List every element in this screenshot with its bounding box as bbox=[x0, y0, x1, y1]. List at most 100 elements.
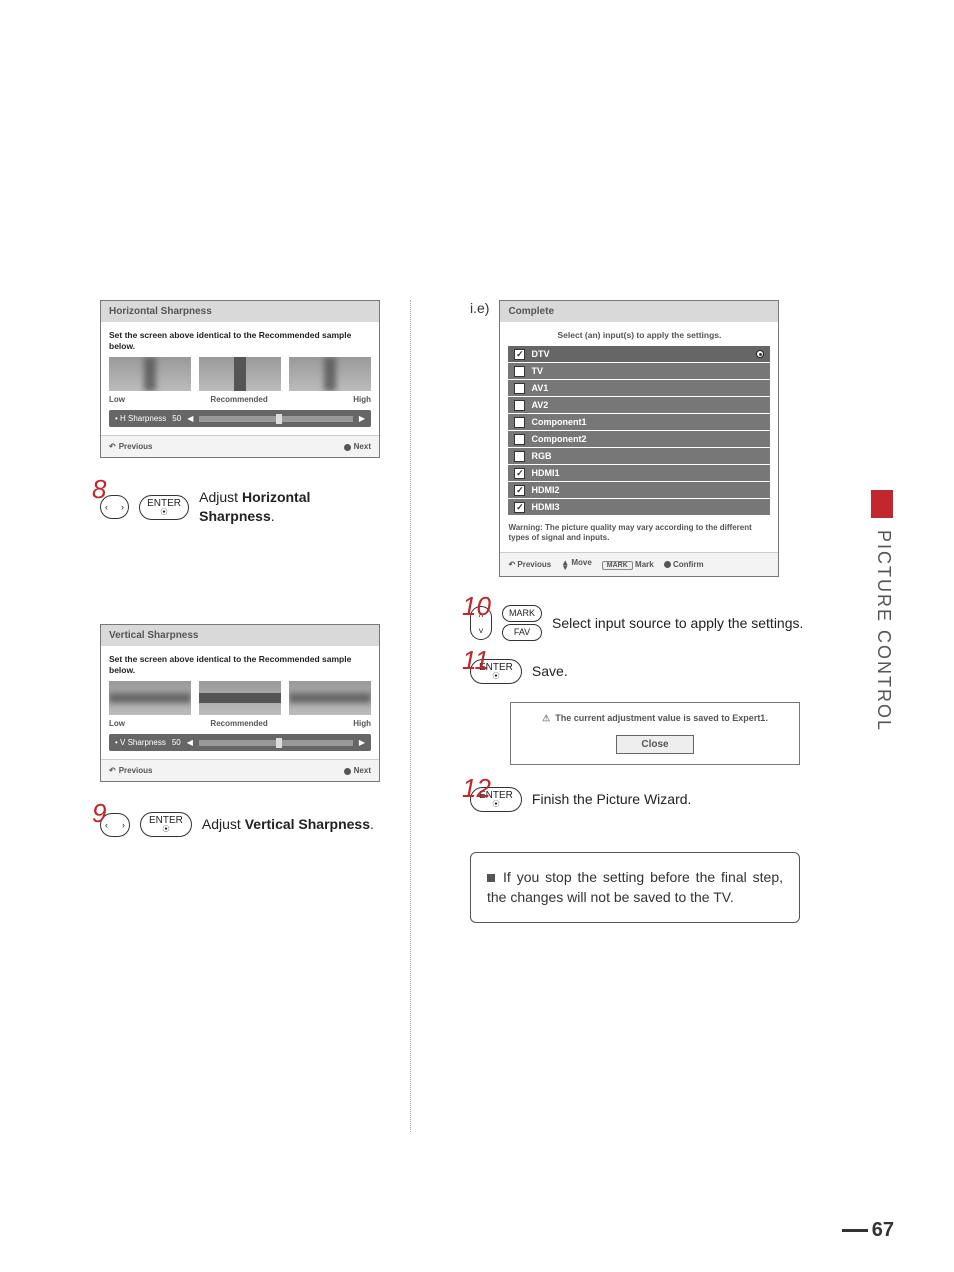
next-hint: Next bbox=[344, 442, 371, 451]
next-hint: Next bbox=[344, 766, 371, 775]
input-label: AV1 bbox=[531, 383, 548, 393]
step-text: Adjust Horizontal Sharpness. bbox=[199, 488, 380, 526]
checkbox-icon[interactable] bbox=[514, 400, 525, 411]
checkbox-icon[interactable] bbox=[514, 366, 525, 377]
input-row-component2[interactable]: Component2 bbox=[508, 431, 770, 447]
step-number: 8 bbox=[92, 474, 106, 505]
step-9: 9 ‹› ENTER⦿ Adjust Vertical Sharpness. bbox=[100, 812, 380, 837]
input-label: HDMI1 bbox=[531, 468, 559, 478]
mark-button[interactable]: MARK bbox=[502, 605, 542, 622]
label-low: Low bbox=[109, 395, 125, 404]
saved-dialog: The current adjustment value is saved to… bbox=[510, 702, 800, 765]
sample-recommended bbox=[199, 681, 281, 715]
close-button[interactable]: Close bbox=[616, 735, 693, 754]
note-box: If you stop the setting before the final… bbox=[470, 852, 800, 923]
slider-thumb[interactable] bbox=[276, 738, 282, 748]
sample-low bbox=[109, 681, 191, 715]
move-hint: ▲▼ Move bbox=[561, 558, 592, 571]
step-11: 11 ENTER⦿ Save. bbox=[470, 659, 860, 684]
step-number: 9 bbox=[92, 798, 106, 829]
previous-hint: ↶ Previous bbox=[508, 560, 551, 569]
step-10: 10 ˄˅ MARK FAV Select input source to ap… bbox=[470, 605, 860, 641]
checkbox-icon[interactable]: ✓ bbox=[514, 485, 525, 496]
input-row-dtv[interactable]: ✓ DTV bbox=[508, 346, 770, 362]
input-label: Component2 bbox=[531, 434, 586, 444]
input-row-hdmi3[interactable]: ✓HDMI3 bbox=[508, 499, 770, 515]
slider-thumb[interactable] bbox=[276, 414, 282, 424]
mark-hint: MARK Mark bbox=[602, 560, 654, 569]
checkbox-icon[interactable] bbox=[514, 451, 525, 462]
cursor-dot-icon bbox=[756, 350, 764, 358]
step-text: Adjust Vertical Sharpness. bbox=[202, 815, 374, 834]
input-label: RGB bbox=[531, 451, 551, 461]
label-high: High bbox=[353, 395, 371, 404]
enter-dot-icon bbox=[664, 561, 671, 568]
note-text: If you stop the setting before the final… bbox=[487, 869, 783, 905]
input-label: TV bbox=[531, 366, 543, 376]
step-8: 8 ‹› ENTER⦿ Adjust Horizontal Sharpness. bbox=[100, 488, 380, 526]
up-down-icon: ▲▼ bbox=[561, 560, 569, 571]
sample-high bbox=[289, 681, 371, 715]
back-icon: ↶ bbox=[109, 766, 116, 775]
input-label: DTV bbox=[531, 349, 549, 359]
step-text: Finish the Picture Wizard. bbox=[532, 790, 692, 809]
slider-name: • V Sharpness bbox=[115, 738, 166, 747]
warning-text: Warning: The picture quality may vary ac… bbox=[508, 523, 770, 544]
arrow-right-icon: ▶ bbox=[359, 738, 365, 747]
fav-button[interactable]: FAV bbox=[502, 624, 542, 641]
h-sharpness-slider[interactable]: • H Sharpness 50 ◀ ▶ bbox=[109, 410, 371, 427]
previous-hint: ↶Previous bbox=[109, 766, 153, 775]
checkbox-icon[interactable]: ✓ bbox=[514, 502, 525, 513]
input-label: HDMI2 bbox=[531, 485, 559, 495]
enter-button[interactable]: ENTER⦿ bbox=[140, 812, 192, 837]
label-low: Low bbox=[109, 719, 125, 728]
step-number: 11 bbox=[462, 645, 489, 676]
sample-high bbox=[289, 357, 371, 391]
panel-title: Horizontal Sharpness bbox=[101, 301, 379, 322]
previous-hint: ↶Previous bbox=[109, 442, 153, 451]
slider-track[interactable] bbox=[199, 416, 353, 422]
step-number: 10 bbox=[462, 591, 491, 622]
panel-horizontal-sharpness: Horizontal Sharpness Set the screen abov… bbox=[100, 300, 380, 458]
label-recommended: Recommended bbox=[210, 719, 267, 728]
checkbox-icon[interactable] bbox=[514, 383, 525, 394]
column-divider bbox=[410, 300, 411, 1132]
checkbox-icon[interactable]: ✓ bbox=[514, 468, 525, 479]
panel-title: Complete bbox=[500, 301, 778, 322]
panel-title: Vertical Sharpness bbox=[101, 625, 379, 646]
step-text: Select input source to apply the setting… bbox=[552, 614, 803, 633]
input-row-hdmi1[interactable]: ✓ HDMI1 bbox=[508, 465, 770, 481]
panel-instruction: Set the screen above identical to the Re… bbox=[109, 654, 371, 675]
back-icon: ↶ bbox=[508, 560, 515, 569]
confirm-hint: Confirm bbox=[664, 560, 704, 569]
input-row-av2[interactable]: AV2 bbox=[508, 397, 770, 413]
v-sharpness-slider[interactable]: • V Sharpness 50 ◀ ▶ bbox=[109, 734, 371, 751]
sample-low bbox=[109, 357, 191, 391]
page-number: 67 bbox=[842, 1219, 894, 1242]
saved-message: The current adjustment value is saved to… bbox=[521, 713, 789, 724]
input-row-component1[interactable]: Component1 bbox=[508, 414, 770, 430]
input-list: ✓DTVTVAV1AV2Component1Component2RGB✓HDMI… bbox=[508, 346, 770, 515]
slider-name: • H Sharpness bbox=[115, 414, 166, 423]
slider-track[interactable] bbox=[199, 740, 353, 746]
enter-dot-icon bbox=[344, 444, 351, 451]
enter-button[interactable]: ENTER⦿ bbox=[139, 495, 189, 520]
step-text: Save. bbox=[532, 662, 568, 681]
input-row-hdmi2[interactable]: ✓ HDMI2 bbox=[508, 482, 770, 498]
checkbox-icon[interactable] bbox=[514, 434, 525, 445]
input-row-rgb[interactable]: RGB bbox=[508, 448, 770, 464]
checkbox-icon[interactable] bbox=[514, 417, 525, 428]
side-tab: PICTURE CONTROL bbox=[873, 530, 894, 732]
panel-vertical-sharpness: Vertical Sharpness Set the screen above … bbox=[100, 624, 380, 782]
slider-value: 50 bbox=[172, 414, 181, 423]
arrow-left-icon: ◀ bbox=[187, 738, 193, 747]
input-row-tv[interactable]: TV bbox=[508, 363, 770, 379]
sample-recommended bbox=[199, 357, 281, 391]
checkbox-icon[interactable]: ✓ bbox=[514, 349, 525, 360]
input-label: AV2 bbox=[531, 400, 548, 410]
arrow-right-icon: ▶ bbox=[359, 414, 365, 423]
back-icon: ↶ bbox=[109, 442, 116, 451]
input-row-av1[interactable]: AV1 bbox=[508, 380, 770, 396]
label-recommended: Recommended bbox=[210, 395, 267, 404]
example-label: i.e) bbox=[470, 300, 489, 316]
